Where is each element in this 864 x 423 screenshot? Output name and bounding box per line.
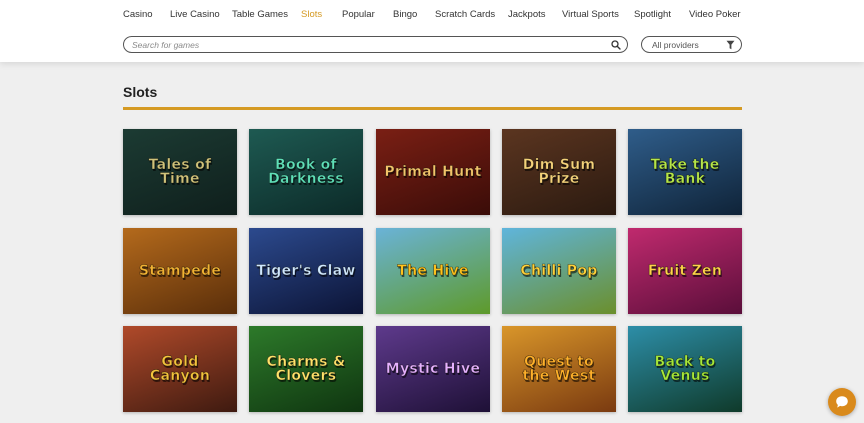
- top-bar: Casino Live Casino Table Games Slots Pop…: [0, 0, 864, 62]
- providers-filter-label: All providers: [652, 40, 699, 50]
- section-divider: [123, 107, 742, 110]
- game-tile[interactable]: Book of Darkness: [249, 129, 363, 215]
- game-title: Take the Bank: [650, 157, 720, 187]
- search-box: [123, 36, 628, 53]
- nav-item-jackpots[interactable]: Jackpots: [508, 9, 546, 20]
- game-title: Fruit Zen: [647, 263, 723, 279]
- game-tile[interactable]: Fruit Zen: [628, 228, 742, 314]
- nav-item-scratch-cards[interactable]: Scratch Cards: [435, 9, 495, 20]
- game-tile[interactable]: Quest to the West: [502, 326, 616, 412]
- game-title: Back to Venus: [654, 354, 716, 384]
- game-title: The Hive: [397, 263, 469, 279]
- nav-item-video-poker[interactable]: Video Poker: [689, 9, 741, 20]
- nav-item-slots[interactable]: Slots: [301, 9, 322, 20]
- providers-filter-dropdown[interactable]: All providers: [641, 36, 742, 53]
- game-title: Tales of Time: [148, 157, 212, 187]
- game-tile[interactable]: Mystic Hive: [376, 326, 490, 412]
- search-icon[interactable]: [611, 40, 621, 50]
- nav-item-bingo[interactable]: Bingo: [393, 9, 417, 20]
- game-title: Quest to the West: [522, 354, 596, 384]
- game-tile[interactable]: Tiger's Claw: [249, 228, 363, 314]
- section-title: Slots: [123, 84, 158, 100]
- chat-button[interactable]: [828, 388, 856, 416]
- game-tile[interactable]: Tales of Time: [123, 129, 237, 215]
- nav-item-spotlight[interactable]: Spotlight: [634, 9, 671, 20]
- game-tile[interactable]: Chilli Pop: [502, 228, 616, 314]
- game-title: Stampede: [138, 263, 222, 279]
- nav-item-virtual-sports[interactable]: Virtual Sports: [562, 9, 619, 20]
- category-nav: Casino Live Casino Table Games Slots Pop…: [123, 9, 743, 25]
- game-tile[interactable]: Dim Sum Prize: [502, 129, 616, 215]
- game-tile[interactable]: Primal Hunt: [376, 129, 490, 215]
- game-tile[interactable]: Charms & Clovers: [249, 326, 363, 412]
- game-tile[interactable]: Stampede: [123, 228, 237, 314]
- game-title: Book of Darkness: [268, 157, 344, 187]
- nav-item-live-casino[interactable]: Live Casino: [170, 9, 220, 20]
- game-title: Gold Canyon: [149, 354, 211, 384]
- chat-bubble-icon: [836, 396, 848, 408]
- game-title: Tiger's Claw: [256, 263, 356, 279]
- game-title: Chilli Pop: [520, 263, 598, 279]
- game-tile[interactable]: The Hive: [376, 228, 490, 314]
- game-title: Mystic Hive: [385, 361, 481, 377]
- nav-item-casino[interactable]: Casino: [123, 9, 153, 20]
- game-title: Primal Hunt: [384, 164, 482, 180]
- nav-item-table-games[interactable]: Table Games: [232, 9, 288, 20]
- game-title: Charms & Clovers: [266, 354, 346, 384]
- search-input[interactable]: [132, 38, 602, 51]
- game-title: Dim Sum Prize: [522, 157, 596, 187]
- game-tile[interactable]: Take the Bank: [628, 129, 742, 215]
- funnel-icon: [726, 40, 735, 50]
- nav-item-popular[interactable]: Popular: [342, 9, 375, 20]
- game-tile[interactable]: Back to Venus: [628, 326, 742, 412]
- game-tile[interactable]: Gold Canyon: [123, 326, 237, 412]
